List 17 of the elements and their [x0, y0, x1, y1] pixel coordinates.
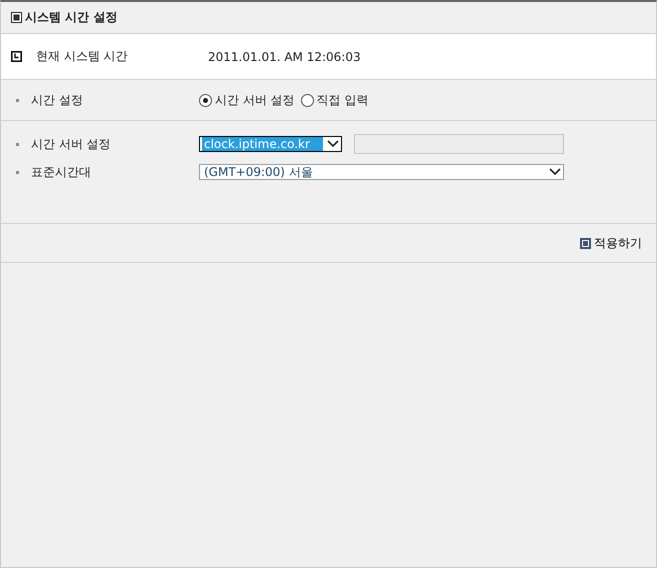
current-time-label: 현재 시스템 시간: [36, 48, 129, 65]
radio-icon[interactable]: [300, 94, 314, 106]
square-icon: [11, 12, 22, 23]
current-time-value: 2011.01.01. AM 12:06:03: [208, 50, 361, 64]
time-setting-label: 시간 설정: [31, 92, 84, 108]
radio-option[interactable]: 시간 서버 설정: [199, 92, 295, 108]
apply-button[interactable]: 적용하기: [580, 234, 642, 252]
page-title: 시스템 시간 설정: [25, 9, 118, 26]
time-server-label: 시간 서버 설정: [31, 136, 112, 152]
square-icon: [580, 238, 591, 248]
radio-option[interactable]: 직접 입력: [300, 92, 368, 108]
caret-icon: [327, 140, 339, 148]
timezone-label: 표준시간대: [31, 164, 92, 180]
timezone-select[interactable]: (GMT+09:00) 서울: [199, 164, 564, 180]
radio-icon[interactable]: [199, 94, 212, 106]
caret-icon: [549, 168, 561, 176]
clock-icon: [11, 51, 22, 62]
